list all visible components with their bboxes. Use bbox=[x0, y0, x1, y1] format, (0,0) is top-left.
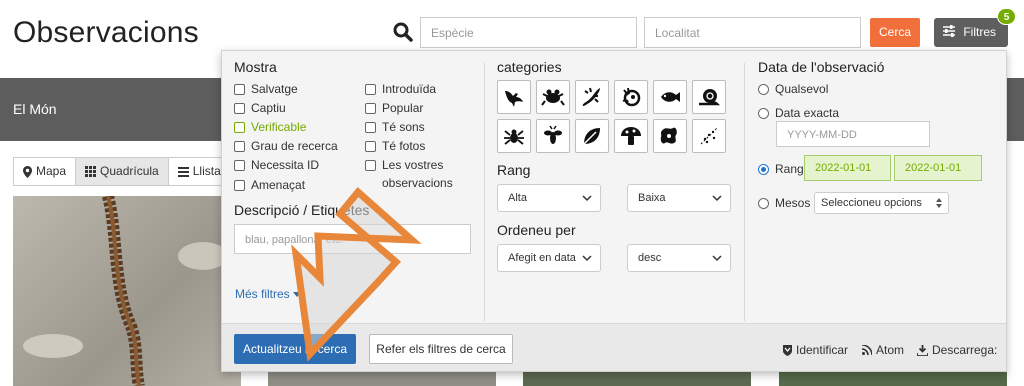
annotation-arrow-icon bbox=[291, 186, 422, 362]
observations-page: Observacions Espècie Localitat Cerca Fil… bbox=[0, 0, 1024, 386]
